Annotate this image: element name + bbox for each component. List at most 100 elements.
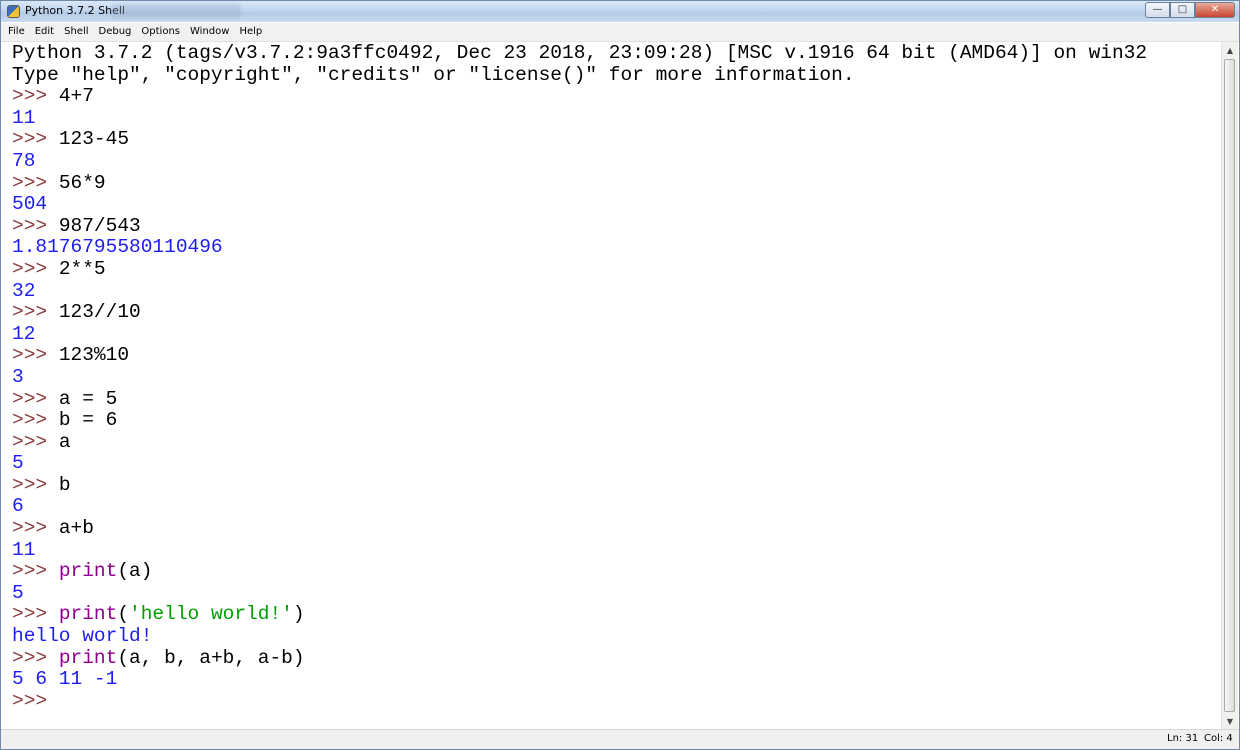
shell-lines: Python 3.7.2 (tags/v3.7.2:9a3ffc0492, De… xyxy=(12,42,1148,713)
shell-input-line: >>> 2**5 xyxy=(12,257,1147,281)
shell-input-text: ( xyxy=(117,603,130,626)
close-button[interactable]: ✕ xyxy=(1195,2,1235,18)
menu-edit[interactable]: Edit xyxy=(30,23,59,41)
shell-input-text: ) xyxy=(292,603,305,626)
shell-prompt: >>> xyxy=(12,517,59,540)
shell-prompt: >>> xyxy=(12,171,59,194)
shell-output-line: 78 xyxy=(12,149,1147,173)
shell-output-line: 5 xyxy=(12,452,1147,475)
shell-output-text: hello world! xyxy=(12,625,153,648)
shell-banner-line: Python 3.7.2 (tags/v3.7.2:9a3ffc0492, De… xyxy=(12,42,1148,65)
shell-output-line: 504 xyxy=(12,193,1147,216)
scroll-thumb[interactable] xyxy=(1224,59,1235,712)
shell-prompt: >>> xyxy=(12,214,59,237)
shell-output-line: 12 xyxy=(12,322,1147,346)
menu-help[interactable]: Help xyxy=(234,23,267,41)
shell-prompt: >>> xyxy=(12,603,59,626)
column-number: Col: 4 xyxy=(1204,733,1233,744)
shell-input-line: >>> print(a, b, a+b, a-b) xyxy=(12,646,1147,670)
shell-prompt: >>> xyxy=(12,430,59,453)
shell-prompt: >>> xyxy=(12,257,59,280)
shell-input-line: >>> 123-45 xyxy=(12,129,1147,151)
shell-input-text: a = 5 xyxy=(58,387,118,410)
shell-input-line: >>> b = 6 xyxy=(12,409,1147,432)
builtin-keyword: print xyxy=(58,646,118,669)
shell-prompt: >>> xyxy=(12,689,59,712)
shell-input-text: (a, b, a+b, a-b) xyxy=(117,646,305,669)
shell-input-text: a+b xyxy=(58,517,94,540)
shell-input-text: a xyxy=(58,430,71,453)
shell-input-text: 2**5 xyxy=(58,257,106,280)
shell-input-text: 123//10 xyxy=(58,301,141,324)
shell-input-text: 123%10 xyxy=(58,344,130,367)
banner-text: Python 3.7.2 (tags/v3.7.2:9a3ffc0492, De… xyxy=(12,42,1148,64)
shell-prompt: >>> xyxy=(12,387,59,410)
shell-text-area[interactable]: Python 3.7.2 (tags/v3.7.2:9a3ffc0492, De… xyxy=(1,42,1221,729)
menu-shell[interactable]: Shell xyxy=(59,23,93,41)
shell-prompt: >>> xyxy=(12,409,59,432)
shell-input-text: 123-45 xyxy=(58,128,130,151)
shell-prompt: >>> xyxy=(12,128,59,151)
shell-prompt: >>> xyxy=(12,646,59,669)
line-number: Ln: 31 xyxy=(1167,733,1199,744)
menu-window[interactable]: Window xyxy=(185,23,234,41)
shell-prompt: >>> xyxy=(12,473,59,496)
shell-input-line: >>> 56*9 xyxy=(12,171,1147,195)
vertical-scrollbar[interactable]: ▲ ▼ xyxy=(1221,42,1238,729)
menu-options[interactable]: Options xyxy=(136,23,185,41)
idle-shell-window: Python 3.7.2 Shell — □ ✕ File Edit Shell… xyxy=(0,0,1240,750)
maximize-button[interactable]: □ xyxy=(1170,2,1195,18)
shell-output-text: 6 xyxy=(12,495,24,518)
scroll-down-icon[interactable]: ▼ xyxy=(1222,713,1238,729)
shell-input-line: >>> 4+7 xyxy=(12,85,1147,108)
shell-input-text: 56*9 xyxy=(58,171,106,194)
title-bar[interactable]: Python 3.7.2 Shell — □ ✕ xyxy=(1,1,1239,22)
shell-input-text: 4+7 xyxy=(58,85,94,108)
shell-input-text: 987/543 xyxy=(58,214,141,237)
shell-prompt: >>> xyxy=(12,301,59,324)
scroll-up-icon[interactable]: ▲ xyxy=(1222,42,1238,58)
shell-input-text: b xyxy=(58,473,71,496)
shell-output-text: 12 xyxy=(12,322,36,345)
banner-text: Type "help", "copyright", "credits" or "… xyxy=(12,63,855,86)
shell-output-line: 11 xyxy=(12,538,1147,562)
shell-input-line: >>> 987/543 xyxy=(12,214,1147,238)
python-icon xyxy=(7,5,20,18)
menu-debug[interactable]: Debug xyxy=(94,23,137,41)
shell-output-text: 78 xyxy=(12,149,36,172)
window-title: Python 3.7.2 Shell xyxy=(25,4,125,17)
shell-input-line: >>> xyxy=(12,689,1147,713)
minimize-button[interactable]: — xyxy=(1145,2,1170,18)
shell-prompt: >>> xyxy=(12,85,59,108)
shell-output-text: 5 xyxy=(12,452,24,475)
shell-output-line: 6 xyxy=(12,496,1147,518)
shell-output-text: 1.8176795580110496 xyxy=(12,236,223,259)
shell-output-line: 1.8176795580110496 xyxy=(12,237,1147,259)
shell-input-line: >>> a+b xyxy=(12,517,1147,540)
shell-input-line: >>> 123//10 xyxy=(12,301,1147,324)
shell-output-line: 11 xyxy=(12,107,1147,130)
builtin-keyword: print xyxy=(58,560,118,583)
string-literal: 'hello world!' xyxy=(129,603,293,626)
shell-output-line: 3 xyxy=(12,365,1147,389)
window-controls: — □ ✕ xyxy=(1145,2,1235,18)
shell-input-text: (a) xyxy=(117,560,153,583)
shell-output-text: 3 xyxy=(12,365,24,388)
shell-input-line: >>> b xyxy=(12,473,1147,497)
shell-output-line: 32 xyxy=(12,279,1147,303)
shell-input-line: >>> print(a) xyxy=(12,560,1147,583)
menu-bar: File Edit Shell Debug Options Window Hel… xyxy=(1,23,1239,42)
blurred-title-area xyxy=(111,4,241,18)
shell-output-line: 5 6 11 -1 xyxy=(12,668,1147,691)
shell-output-line: hello world! xyxy=(12,625,1147,648)
builtin-keyword: print xyxy=(58,603,118,626)
shell-input-text: b = 6 xyxy=(58,409,118,432)
menu-file[interactable]: File xyxy=(1,23,30,41)
shell-output-text: 5 6 11 -1 xyxy=(12,668,118,691)
shell-input-line: >>> a xyxy=(12,430,1147,454)
shell-output-text: 11 xyxy=(12,538,36,561)
shell-output-text: 32 xyxy=(12,279,36,302)
shell-prompt: >>> xyxy=(12,560,59,583)
shell-output-text: 504 xyxy=(12,193,48,216)
shell-prompt: >>> xyxy=(12,344,59,367)
